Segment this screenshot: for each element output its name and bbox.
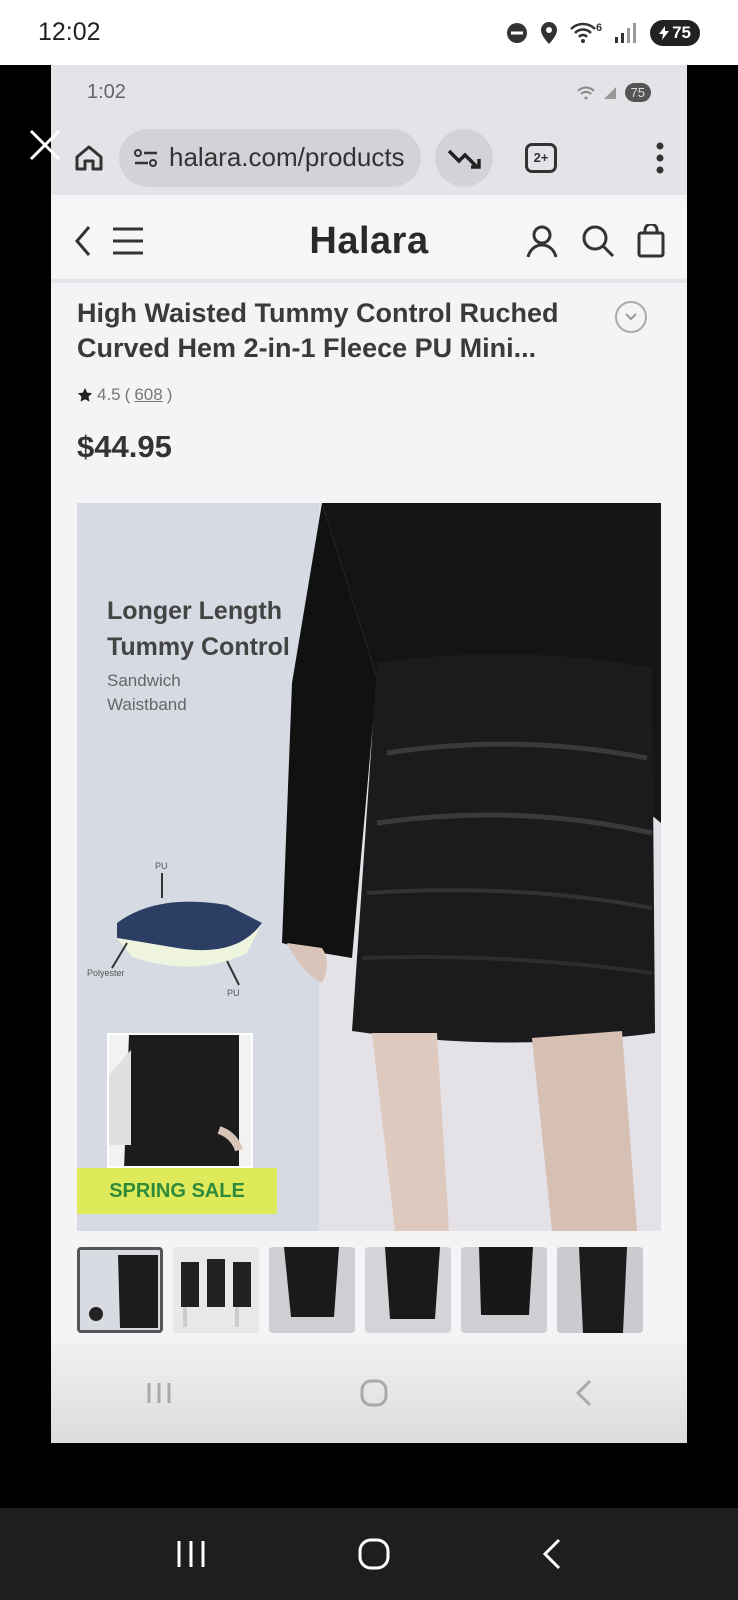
do-not-disturb-icon (506, 22, 527, 43)
inner-status-bar: 1:02 75 (51, 65, 687, 120)
system-navigation-bar (0, 1508, 738, 1600)
home-nav-button[interactable] (357, 1537, 391, 1571)
battery-indicator: 75 (650, 19, 700, 46)
inner-signal-icon (603, 86, 616, 99)
thumbnail[interactable] (461, 1247, 547, 1333)
more-vert-icon (656, 142, 664, 173)
sale-badge: SPRING SALE (77, 1168, 277, 1214)
inner-status-icons: 75 (576, 83, 651, 102)
user-icon (526, 225, 558, 258)
diagram-label-top: PU (155, 861, 168, 871)
url-text: halara.com/products (169, 142, 405, 172)
inner-status-time: 1:02 (87, 81, 126, 103)
home-button[interactable] (73, 142, 105, 174)
url-bar[interactable]: halara.com/products (119, 128, 421, 187)
back-nav-button[interactable] (541, 1537, 563, 1571)
recents-button[interactable] (175, 1539, 207, 1569)
product-title: High Waisted Tummy Control Ruched Curved… (77, 298, 559, 363)
hero-headline-line2: Tummy Control (107, 633, 290, 661)
account-button[interactable] (525, 224, 559, 258)
recents-icon (177, 1541, 205, 1567)
inner-home-icon (360, 1379, 388, 1407)
site-header: Halara (51, 205, 687, 277)
header-divider (51, 279, 687, 283)
hero-inset-photo (107, 1033, 253, 1168)
back-nav-icon (542, 1538, 561, 1570)
home-icon (75, 145, 103, 170)
rating-paren-open: ( (124, 385, 131, 404)
search-button[interactable] (581, 224, 615, 258)
rating-paren-close: ) (166, 385, 173, 404)
hero-sub-line1: Sandwich (107, 671, 181, 690)
diagram-label-bottom: PU (227, 988, 240, 998)
inner-recents-icon (147, 1383, 171, 1403)
wifi-badge: 6 (595, 21, 603, 34)
cart-button[interactable] (637, 224, 665, 258)
search-icon (582, 225, 615, 258)
browser-toolbar: halara.com/products 2+ (51, 120, 687, 195)
browser-menu-button[interactable] (655, 141, 665, 175)
thumbnail[interactable] (365, 1247, 451, 1333)
review-count-link[interactable]: 608 (134, 385, 162, 405)
price-tracking-button[interactable] (435, 128, 493, 187)
charging-bolt-icon (659, 25, 670, 40)
diagram-label-left: Polyester (87, 968, 125, 978)
shopping-bag-icon (637, 224, 665, 258)
close-button[interactable] (25, 125, 65, 165)
tabs-button[interactable]: 2+ (525, 142, 557, 173)
product-price: $44.95 (77, 429, 172, 464)
location-icon (540, 21, 557, 44)
back-button[interactable] (73, 224, 93, 258)
battery-level: 75 (672, 22, 691, 42)
home-nav-icon (358, 1538, 390, 1570)
menu-button[interactable] (111, 226, 145, 256)
rating-value: 4.5 (97, 385, 121, 404)
hero-sub-line2: Waistband (107, 695, 187, 714)
status-time: 12:02 (38, 18, 101, 46)
thumbnail[interactable] (557, 1247, 643, 1333)
chevron-down-icon (625, 313, 637, 321)
inner-battery: 75 (624, 83, 651, 102)
signal-icon (615, 22, 637, 43)
expand-title-button[interactable] (615, 301, 647, 333)
trend-down-icon (447, 149, 481, 169)
thumbnail-strip (77, 1247, 661, 1333)
tabs-count: 2+ (525, 142, 557, 173)
hero-headline-line1: Longer Length (107, 597, 282, 625)
product-hero-image[interactable]: Longer Length Tummy Control Sandwich Wai… (77, 503, 661, 1231)
inner-navigation-bar (51, 1343, 687, 1443)
chevron-left-icon (75, 226, 91, 256)
thumbnail[interactable] (173, 1247, 259, 1333)
wifi-icon: 6 (570, 22, 602, 44)
rating-row: 4.5 ( 608 ) (77, 385, 172, 405)
thumbnail[interactable] (269, 1247, 355, 1333)
status-bar: 12:02 6 75 (0, 0, 738, 65)
site-settings-icon (134, 148, 157, 167)
inner-back-icon (576, 1379, 592, 1407)
hamburger-icon (113, 227, 143, 255)
hero-subtext: Sandwich Waistband (107, 669, 187, 717)
close-icon (29, 129, 61, 161)
status-icons: 6 75 (506, 19, 700, 46)
thumbnail[interactable] (77, 1247, 163, 1333)
fabric-layer-diagram (111, 873, 262, 986)
video-frame: 1:02 75 halara.com/products 2+ Halara Hi… (51, 65, 687, 1443)
star-icon (77, 388, 93, 402)
hero-headline: Longer Length Tummy Control (107, 593, 290, 665)
inset-photo (109, 1035, 251, 1166)
inner-wifi-icon (576, 86, 595, 99)
